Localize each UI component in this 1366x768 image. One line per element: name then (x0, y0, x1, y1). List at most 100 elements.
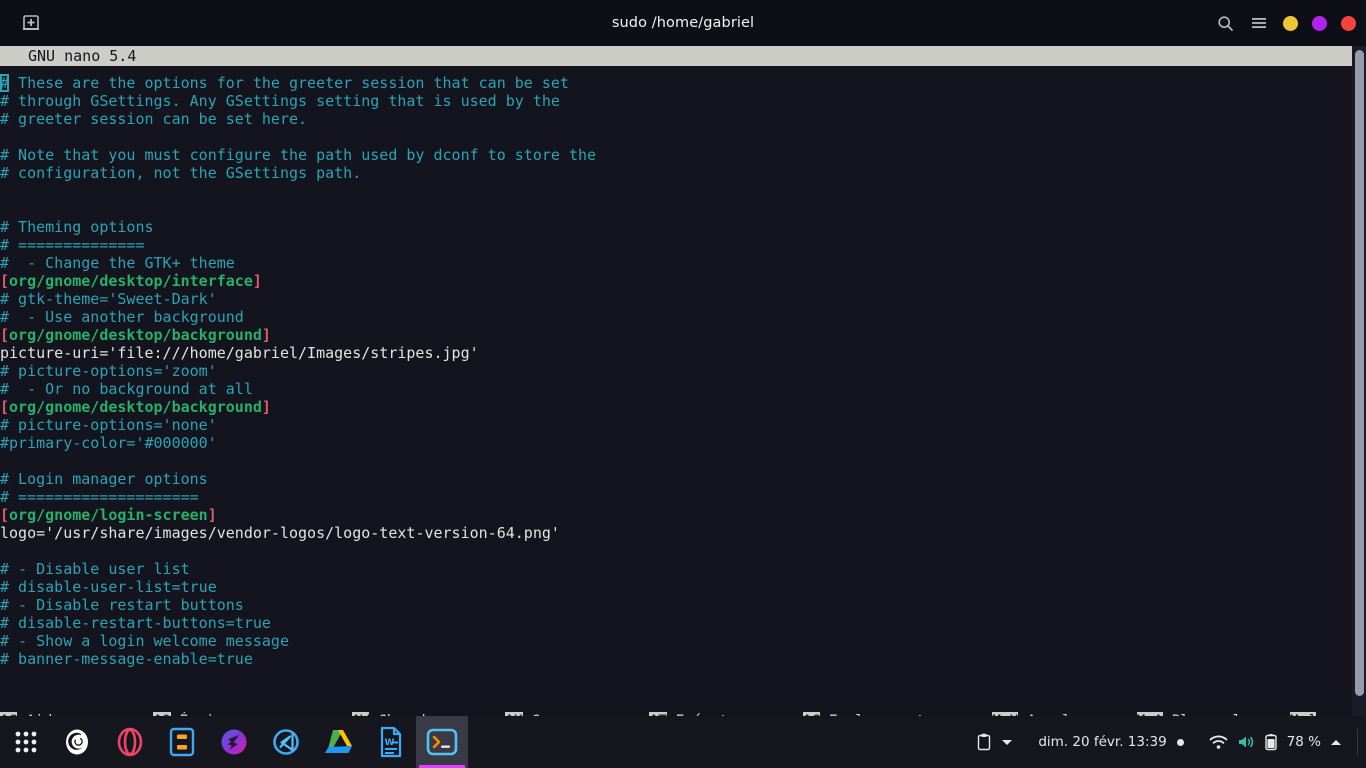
comment-text: # banner-message-enable=true (0, 650, 253, 668)
nano-shortcut-bar: ^G Aide^O Écrire^W Chercher^K Couper^T E… (0, 676, 1366, 716)
section-bracket: ] (261, 326, 271, 344)
editor-line: logo='/usr/share/images/vendor-logos/log… (0, 524, 1366, 542)
scrollbar-thumb[interactable] (1355, 50, 1364, 696)
hamburger-menu-icon[interactable] (1249, 13, 1269, 33)
section-bracket: ] (207, 506, 217, 524)
editor-line: # gtk-theme='Sweet-Dark' (0, 290, 1366, 308)
comment-text: # greeter session can be set here. (0, 110, 308, 128)
section-name: org/gnome/login-screen (9, 506, 208, 524)
comment-text: # Theming options (0, 218, 154, 236)
search-icon[interactable] (1215, 13, 1235, 33)
editor-line: # - Disable restart buttons (0, 596, 1366, 614)
editor-line: picture-uri='file:///home/gabriel/Images… (0, 344, 1366, 362)
section-name: org/gnome/desktop/background (9, 326, 262, 344)
battery-icon[interactable] (1264, 733, 1278, 751)
terminal-scrollbar[interactable] (1352, 46, 1366, 716)
config-value: logo='/usr/share/images/vendor-logos/log… (0, 524, 560, 542)
editor-line: # picture-options='none' (0, 416, 1366, 434)
clock-datetime[interactable]: dim. 20 févr. 13:39 (1038, 734, 1166, 750)
editor-line: # - Use another background (0, 308, 1366, 326)
comment-text: # - Change the GTK+ theme (0, 254, 235, 272)
editor-content[interactable]: # These are the options for the greeter … (0, 66, 1366, 668)
text-cursor: # (0, 74, 10, 92)
section-bracket: [ (0, 506, 10, 524)
app-grid-icon[interactable] (0, 716, 52, 768)
comment-text: # picture-options='zoom' (0, 362, 217, 380)
close-button[interactable] (1341, 15, 1356, 31)
editor-line: #primary-color='#000000' (0, 434, 1366, 452)
vscode-icon[interactable] (260, 716, 312, 768)
editor-line: # These are the options for the greeter … (0, 74, 1366, 92)
comment-text: # disable-user-list=true (0, 578, 217, 596)
editor-line: # - Change the GTK+ theme (0, 254, 1366, 272)
editor-line: # disable-restart-buttons=true (0, 614, 1366, 632)
comment-text: # - Show a login welcome message (0, 632, 289, 650)
section-name: org/gnome/desktop/interface (9, 272, 253, 290)
editor-line: # through GSettings. Any GSettings setti… (0, 92, 1366, 110)
firefox-nightly-icon[interactable] (208, 716, 260, 768)
section-bracket: [ (0, 272, 10, 290)
editor-line: # Login manager options (0, 470, 1366, 488)
terminal-icon[interactable] (416, 716, 468, 768)
editor-line: [org/gnome/desktop/background] (0, 398, 1366, 416)
window-title: sudo /home/gabriel (611, 15, 755, 31)
comment-text: # ============== (0, 236, 145, 254)
opera-icon[interactable] (104, 716, 156, 768)
editor-line: # ============== (0, 236, 1366, 254)
clipboard-icon[interactable] (976, 733, 992, 751)
comment-text: # - Disable restart buttons (0, 596, 244, 614)
comment-text: # - Or no background at all (0, 380, 253, 398)
system-tray: dim. 20 févr. 13:39 78 % (976, 716, 1358, 768)
comment-text: # Login manager options (0, 470, 208, 488)
comment-text: These are the options for the greeter se… (9, 74, 569, 92)
word-document-icon[interactable]: W (364, 716, 416, 768)
section-bracket: ] (252, 272, 262, 290)
minimize-button[interactable] (1283, 15, 1298, 31)
volume-icon[interactable] (1237, 734, 1255, 750)
editor-line: # ==================== (0, 488, 1366, 506)
debian-icon[interactable] (52, 716, 104, 768)
comment-text: # through GSettings. Any GSettings setti… (0, 92, 560, 110)
new-tab-icon[interactable] (8, 0, 54, 46)
terminal-window[interactable]: GNU nano 5.4 /etc/gdm3/greeter.dconf-def… (0, 46, 1366, 716)
comment-text: # gtk-theme='Sweet-Dark' (0, 290, 217, 308)
comment-text: # picture-options='none' (0, 416, 217, 434)
comment-text: # configuration, not the GSettings path. (0, 164, 362, 182)
notification-dot-icon[interactable] (1176, 738, 1184, 746)
battery-level: 78 % (1286, 734, 1321, 750)
section-bracket: [ (0, 326, 10, 344)
maximize-button[interactable] (1312, 15, 1327, 31)
comment-text: # Note that you must configure the path … (0, 146, 597, 164)
editor-line: # - Disable user list (0, 560, 1366, 578)
nano-title-bar: GNU nano 5.4 /etc/gdm3/greeter.dconf-def… (0, 46, 1366, 105)
chevron-up-icon[interactable] (1330, 738, 1342, 747)
comment-text: # - Use another background (0, 308, 244, 326)
editor-line: [org/gnome/login-screen] (0, 506, 1366, 524)
editor-line: [org/gnome/desktop/background] (0, 326, 1366, 344)
chevron-down-icon[interactable] (1001, 738, 1013, 747)
comment-text: #primary-color='#000000' (0, 434, 217, 452)
google-drive-icon[interactable] (312, 716, 364, 768)
config-value: picture-uri='file:///home/gabriel/Images… (0, 344, 479, 362)
editor-line: # - Or no background at all (0, 380, 1366, 398)
dock: W (0, 716, 468, 768)
editor-line: # picture-options='zoom' (0, 362, 1366, 380)
section-bracket: [ (0, 398, 10, 416)
window-controls (1215, 0, 1356, 46)
editor-line: # Note that you must configure the path … (0, 146, 1366, 164)
comment-text: # - Disable user list (0, 560, 190, 578)
editor-line: # - Show a login welcome message (0, 632, 1366, 650)
editor-line: # configuration, not the GSettings path. (0, 164, 1366, 182)
desktop-taskbar: W dim. 20 févr. 13:39 78 % (0, 716, 1366, 768)
section-bracket: ] (261, 398, 271, 416)
nano-version: GNU nano 5.4 (28, 47, 137, 65)
wifi-icon[interactable] (1209, 735, 1228, 750)
files-icon[interactable] (156, 716, 208, 768)
window-titlebar: sudo /home/gabriel (0, 0, 1366, 46)
editor-line: # disable-user-list=true (0, 578, 1366, 596)
comment-text: # ==================== (0, 488, 199, 506)
